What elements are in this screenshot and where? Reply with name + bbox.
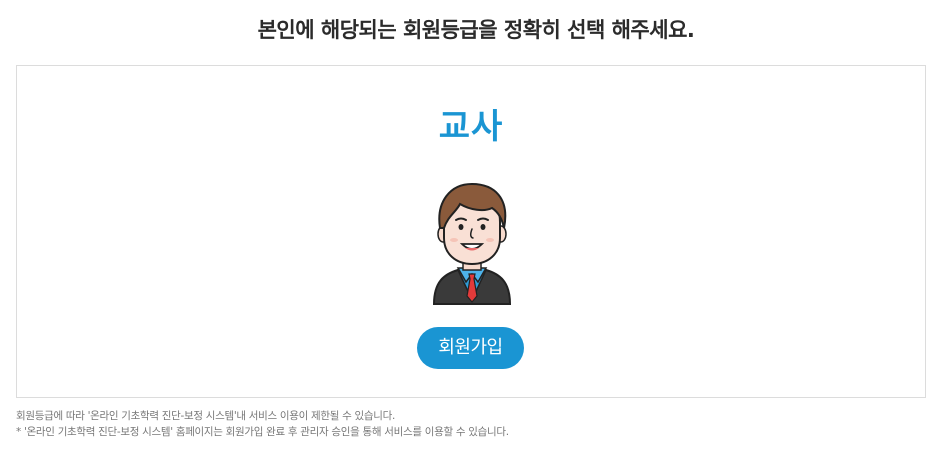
page-title: 본인에 해당되는 회원등급을 정확히 선택 해주세요. — [257, 18, 695, 42]
member-type-card: 교사 회원가입 — [16, 65, 926, 398]
notice-text: 회원등급에 따라 '온라인 기초학력 진단-보정 시스템'내 서비스 이용이 제… — [16, 408, 936, 440]
role-title: 교사 — [438, 107, 504, 147]
join-button[interactable]: 회원가입 — [417, 327, 524, 369]
notice-line-2: * '온라인 기초학력 진단-보정 시스템' 홈페이지는 회원가입 완료 후 관… — [16, 426, 509, 438]
teacher-avatar-icon — [432, 182, 512, 305]
notice-line-1: 회원등급에 따라 '온라인 기초학력 진단-보정 시스템'내 서비스 이용이 제… — [16, 410, 396, 422]
